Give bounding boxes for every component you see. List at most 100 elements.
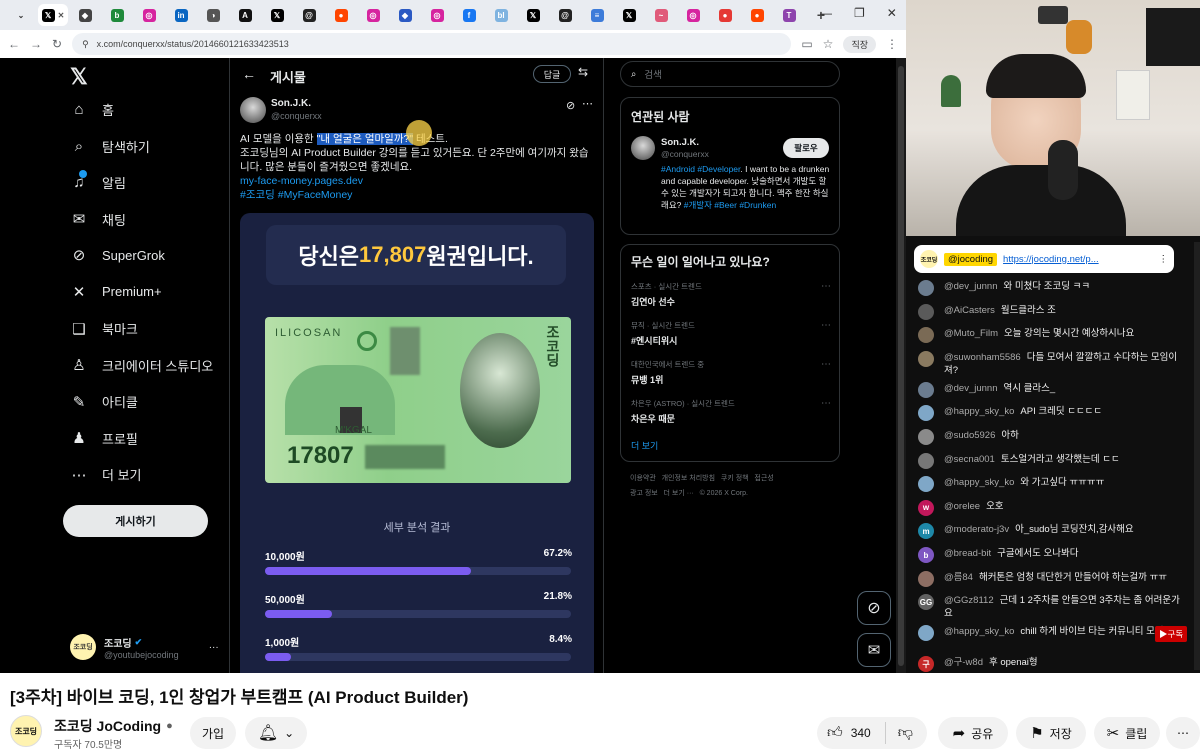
- browser-tab[interactable]: A: [230, 4, 260, 26]
- trend-item[interactable]: 차은우 (ASTRO) · 실시간 트렌드 차은우 때문 ⋯: [631, 398, 831, 425]
- post-image[interactable]: 당신은 17,807 원권입니다. ILICOSAN 조코딩 M'KGAL 17…: [240, 213, 594, 673]
- author-handle[interactable]: @conquerxx: [271, 111, 322, 121]
- browser-tab[interactable]: T: [774, 4, 804, 26]
- chat-message[interactable]: @suwonham5586 다들 모여서 깔깔하고 수다하는 모임이져?: [918, 350, 1188, 377]
- chat-avatar[interactable]: [918, 625, 934, 642]
- chat-message[interactable]: @happy_sky_ko chill 하게 바이브 타는 커뮤니티 모임: [918, 625, 1188, 642]
- browser-tab[interactable]: 𝕏: [518, 4, 548, 26]
- browser-tab[interactable]: ●: [326, 4, 356, 26]
- settings-sliders-icon[interactable]: ⇆: [578, 65, 588, 79]
- browser-tab[interactable]: 𝕏 ✕: [38, 4, 68, 26]
- clip-button[interactable]: ✂ 클립: [1094, 717, 1160, 749]
- trend-item[interactable]: 대한민국에서 트렌드 중 뮤뱅 1위 ⋯: [631, 359, 831, 386]
- browser-tab[interactable]: f: [454, 4, 484, 26]
- footer-links[interactable]: 이용약관 개인정보 처리방침 쿠키 정책 접근성: [630, 473, 774, 483]
- chat-avatar[interactable]: w: [918, 499, 934, 516]
- chat-message[interactable]: m @moderato-j3v 아_sudo님 코딩잔치,감사해요: [918, 523, 1188, 540]
- browser-tab[interactable]: ≡: [582, 4, 612, 26]
- join-button[interactable]: 가입: [190, 717, 236, 749]
- pinned-message[interactable]: 조코딩 @jocoding https://jocoding.net/p... …: [914, 245, 1174, 273]
- nav-item-11[interactable]: ⋯ 더 보기: [70, 465, 142, 484]
- forward-icon[interactable]: →: [30, 37, 42, 51]
- nav-item-8[interactable]: ♙ 크리에이터 스튜디오: [70, 356, 213, 375]
- chat-avatar[interactable]: [918, 280, 934, 296]
- nav-item-4[interactable]: ✉ 채팅: [70, 210, 126, 229]
- chat-message[interactable]: @happy_sky_ko 와 가고싶다 ㅠㅠㅠㅠ: [918, 476, 1188, 493]
- browser-tab[interactable]: @: [294, 4, 324, 26]
- reply-filter-button[interactable]: 답글: [533, 65, 571, 83]
- author-name[interactable]: Son.J.K.: [271, 98, 311, 109]
- chat-message[interactable]: @Muto_Film 오늘 강의는 몇시간 예상하시나요: [918, 327, 1188, 344]
- chat-username[interactable]: @happy_sky_ko: [944, 477, 1014, 488]
- nav-item-2[interactable]: ⌕ 탐색하기: [70, 137, 150, 156]
- browser-tab[interactable]: ◎: [422, 4, 452, 26]
- chat-message[interactable]: @sudo5926 아하: [918, 429, 1188, 445]
- dislike-icon[interactable]: 👎︎: [898, 724, 913, 742]
- browser-tab[interactable]: ◎: [678, 4, 708, 26]
- chat-username[interactable]: @dev_junnn: [944, 383, 998, 394]
- chat-avatar[interactable]: b: [918, 547, 934, 563]
- chat-message[interactable]: @dev_junnn 역시 클라스_: [918, 381, 1188, 398]
- messages-float-icon[interactable]: ✉: [857, 633, 891, 667]
- trend-item[interactable]: 뮤직 · 실시간 트렌드 #엔시티위시 ⋯: [631, 320, 831, 347]
- chat-username[interactable]: @dev_junnn: [944, 281, 998, 292]
- person-name[interactable]: Son.J.K.: [661, 137, 699, 148]
- nav-item-5[interactable]: ⊘ SuperGrok: [70, 246, 165, 264]
- author-avatar[interactable]: [240, 97, 266, 123]
- chat-avatar[interactable]: [918, 405, 934, 422]
- grok-float-icon[interactable]: ⊘: [857, 591, 891, 625]
- browser-tab[interactable]: ●: [742, 4, 772, 26]
- menu-icon[interactable]: ⋮: [886, 37, 898, 51]
- chat-username[interactable]: @orelee: [944, 501, 980, 512]
- browser-tab[interactable]: ~: [646, 4, 676, 26]
- save-button[interactable]: ⚑ 저장: [1016, 717, 1086, 749]
- page-scrollbar[interactable]: [896, 58, 906, 673]
- chat-avatar[interactable]: [918, 303, 934, 320]
- cast-icon[interactable]: ▭: [801, 37, 812, 51]
- channel-name[interactable]: 조코딩 JoCoding: [54, 716, 161, 736]
- post-button[interactable]: 게시하기: [63, 505, 208, 537]
- channel-name-row[interactable]: 조코딩 JoCoding ●: [54, 716, 173, 736]
- like-icon[interactable]: 👍︎: [827, 724, 843, 742]
- bio-hashtags[interactable]: #Android #Developer: [661, 164, 740, 174]
- chat-avatar[interactable]: [918, 381, 934, 398]
- reload-icon[interactable]: ↻: [52, 37, 62, 51]
- url-bar[interactable]: ⚲ x.com/conquerxx/status/201466012163342…: [72, 33, 792, 55]
- chat-avatar[interactable]: 구: [918, 656, 934, 673]
- chat-username[interactable]: @moderato-j3v: [944, 524, 1009, 535]
- chat-scrollbar[interactable]: [1194, 242, 1200, 670]
- chat-avatar[interactable]: [918, 350, 934, 367]
- chat-username[interactable]: @름84: [944, 572, 973, 583]
- browser-tab[interactable]: ⌄: [6, 4, 36, 26]
- nav-item-10[interactable]: ♟ 프로필: [70, 429, 138, 448]
- chat-username[interactable]: @bread-bit: [944, 548, 991, 559]
- pinned-link[interactable]: https://jocoding.net/p...: [1003, 254, 1099, 265]
- chat-avatar[interactable]: [918, 570, 934, 587]
- browser-tab[interactable]: @: [550, 4, 580, 26]
- maximize-icon[interactable]: ❐: [854, 6, 865, 20]
- close-window-icon[interactable]: ✕: [887, 6, 897, 20]
- account-more-icon[interactable]: ···: [209, 642, 219, 653]
- browser-tab[interactable]: in: [166, 4, 196, 26]
- chat-username[interactable]: @Muto_Film: [944, 328, 998, 339]
- site-info-icon[interactable]: ⚲: [82, 39, 89, 50]
- chat-avatar[interactable]: [918, 429, 934, 445]
- chat-message[interactable]: @dev_junnn 와 미쳤다 조코딩 ㅋㅋ: [918, 280, 1188, 296]
- chat-username[interactable]: @sudo5926: [944, 430, 995, 441]
- chat-avatar[interactable]: [918, 327, 934, 344]
- chat-username[interactable]: @AiCasters: [944, 305, 995, 316]
- bio-hashtags[interactable]: #개발자 #Beer #Drunken: [684, 200, 776, 210]
- browser-tab[interactable]: bl: [486, 4, 516, 26]
- browser-tab[interactable]: b: [102, 4, 132, 26]
- notification-bell-button[interactable]: 🔔︎ ⌄: [245, 717, 307, 749]
- browser-tab[interactable]: ●: [710, 4, 740, 26]
- show-more-link[interactable]: 더 보기: [631, 439, 658, 452]
- chat-avatar[interactable]: m: [918, 523, 934, 540]
- nav-item-9[interactable]: ✎ 아티클: [70, 392, 138, 411]
- channel-avatar[interactable]: 조코딩: [10, 715, 42, 747]
- post-more-icon[interactable]: ⋯: [582, 97, 593, 110]
- post-link[interactable]: my-face-money.pages.dev: [240, 175, 363, 187]
- grok-icon[interactable]: ⊘: [566, 99, 575, 112]
- chat-message[interactable]: @AiCasters 월드클라스 조: [918, 303, 1188, 320]
- chat-username[interactable]: @구-w8d: [944, 657, 983, 668]
